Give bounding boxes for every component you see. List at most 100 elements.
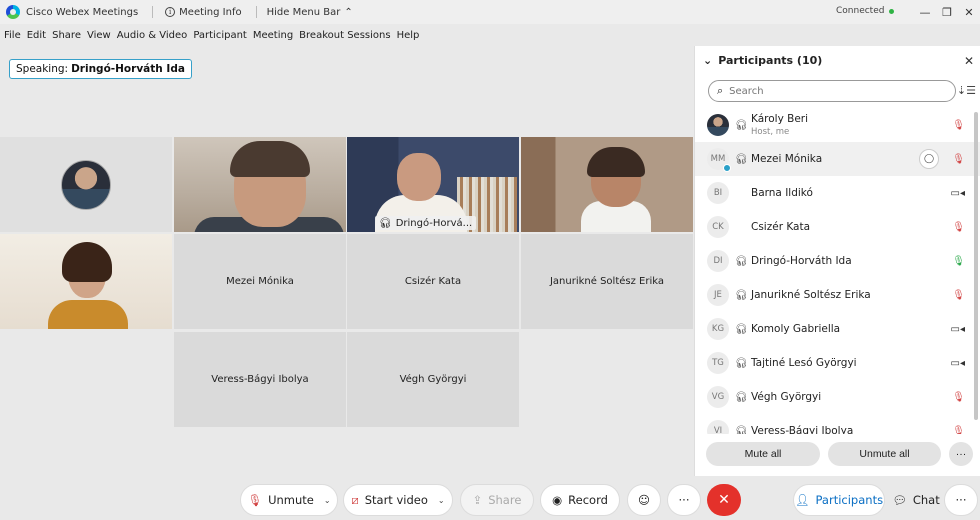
video-tile-csizer[interactable]: Csizér Kata — [347, 234, 519, 329]
video-tile-januri[interactable]: Janurikné Soltész Erika — [521, 234, 693, 329]
participant-row[interactable]: TG 🎧︎ Tajtiné Lesó Györgyi ▭◂ — [695, 346, 980, 380]
sort-icon[interactable]: ⇣☰ — [957, 84, 976, 97]
leave-meeting-button[interactable]: ✕ — [707, 484, 741, 516]
camera-icon[interactable]: ▭◂ — [951, 188, 965, 199]
start-video-button[interactable]: ⧄ Start video ⌄ — [343, 484, 453, 516]
unmute-all-button[interactable]: Unmute all — [828, 442, 941, 466]
menu-participant[interactable]: Participant — [193, 30, 247, 41]
headset-icon: 🎧︎ — [735, 323, 748, 335]
avatar — [61, 159, 111, 210]
participant-row[interactable]: MM 🎧︎ Mezei Mónika ◯ 🎙︎ — [695, 142, 980, 176]
menu-file[interactable]: File — [4, 30, 21, 41]
video-tile-girl[interactable] — [0, 234, 172, 329]
participant-name: Károly Beri — [751, 113, 809, 125]
webex-logo-icon — [6, 5, 20, 19]
participant-list-scrollbar[interactable] — [974, 112, 978, 420]
participants-label: Participants — [815, 493, 884, 507]
avatar: KG — [707, 318, 729, 340]
meeting-info-button[interactable]: i Meeting Info — [165, 7, 242, 18]
chevron-down-icon[interactable]: ⌄ — [324, 496, 331, 505]
avatar: VI — [707, 420, 729, 434]
reactions-button[interactable]: ☺ — [627, 484, 661, 516]
panel-options-button[interactable]: ··· — [944, 484, 978, 516]
mute-all-button[interactable]: Mute all — [706, 442, 820, 466]
participant-row[interactable]: DI 🎧︎ Dringó-Horváth Ida 🎙︎ — [695, 244, 980, 278]
menu-audio-video[interactable]: Audio & Video — [117, 30, 188, 41]
mic-off-icon[interactable]: 🎙︎ — [952, 426, 965, 435]
avatar: VG — [707, 386, 729, 408]
headset-icon: 🎧︎ — [735, 357, 748, 369]
participant-name: Tajtiné Lesó Györgyi — [751, 357, 857, 369]
record-label: Record — [568, 493, 608, 507]
video-tile-self[interactable] — [0, 137, 172, 232]
minimize-icon[interactable]: — — [914, 0, 936, 24]
info-icon: i — [165, 7, 176, 17]
video-tile-veress[interactable]: Veress-Bágyi Ibolya — [174, 332, 346, 427]
participant-search[interactable]: ⌕ — [708, 80, 956, 102]
participant-name: Barna Ildikó — [751, 187, 813, 199]
search-icon: ⌕ — [717, 84, 724, 97]
record-button[interactable]: ◉ Record — [540, 484, 620, 516]
participant-row[interactable]: BI Barna Ildikó ▭◂ — [695, 176, 980, 210]
participant-name: Csizér Kata — [751, 221, 811, 233]
menu-edit[interactable]: Edit — [27, 30, 46, 41]
menu-share[interactable]: Share — [52, 30, 81, 41]
search-input[interactable] — [729, 85, 930, 97]
mic-off-icon[interactable]: 🎙︎ — [952, 290, 965, 301]
participant-row[interactable]: 🎧︎ Károly Beri Host, me 🎙︎ — [695, 108, 980, 142]
participant-name: Janurikné Soltész Erika — [751, 289, 871, 301]
title-divider — [255, 6, 257, 18]
tile-name: Mezei Mónika — [226, 276, 294, 287]
camera-icon[interactable]: ▭◂ — [951, 324, 965, 335]
participant-row[interactable]: JE 🎧︎ Janurikné Soltész Erika 🎙︎ — [695, 278, 980, 312]
video-tile-mezei-name[interactable]: Mezei Mónika — [174, 234, 346, 329]
connection-status: Connected — [836, 6, 895, 16]
more-icon: ··· — [955, 493, 967, 507]
chevron-down-icon[interactable]: ⌄ — [438, 496, 445, 505]
tile-name: Veress-Bágyi Ibolya — [211, 374, 309, 385]
avatar: JE — [707, 284, 729, 306]
headset-icon: 🎧︎ — [379, 217, 392, 229]
menu-help[interactable]: Help — [397, 30, 420, 41]
video-tile-januri-feed[interactable] — [521, 137, 693, 232]
person-icon: 👤︎ — [794, 493, 810, 507]
close-icon[interactable]: ✕ — [964, 54, 974, 68]
chat-label: Chat — [912, 493, 940, 507]
title-divider — [152, 6, 154, 18]
participant-row[interactable]: VI 🎧︎ Veress-Bágyi Ibolya 🎙︎ — [695, 414, 980, 434]
chat-icon: 💬︎ — [892, 493, 907, 507]
unmute-button[interactable]: 🎙︎ Unmute ⌄ — [240, 484, 338, 516]
participant-name: Komoly Gabriella — [751, 323, 841, 335]
participant-row[interactable]: VG 🎧︎ Végh Györgyi 🎙︎ — [695, 380, 980, 414]
menu-view[interactable]: View — [87, 30, 111, 41]
mic-off-icon[interactable]: 🎙︎ — [952, 120, 965, 131]
mic-off-icon[interactable]: 🎙︎ — [952, 222, 965, 233]
video-tile-mezei[interactable] — [174, 137, 346, 232]
mic-on-icon[interactable]: 🎙︎ — [952, 256, 965, 267]
participants-button[interactable]: 👤︎ Participants — [793, 484, 885, 516]
avatar: CK — [707, 216, 729, 238]
menu-breakout-sessions[interactable]: Breakout Sessions — [299, 30, 390, 41]
camera-icon[interactable]: ▭◂ — [951, 358, 965, 369]
mic-off-icon[interactable]: 🎙︎ — [952, 154, 965, 165]
hide-menu-bar-button[interactable]: Hide Menu Bar ⌃ — [267, 7, 353, 18]
restore-icon[interactable]: ❐ — [936, 0, 958, 24]
tile-name: Csizér Kata — [404, 276, 462, 287]
more-options-button[interactable]: ··· — [949, 442, 973, 466]
participants-header[interactable]: ⌄ Participants (10) — [703, 54, 822, 67]
video-tile-active-speaker[interactable]: 🎧︎ Dringó-Horvá... — [347, 137, 519, 232]
participant-row[interactable]: CK Csizér Kata 🎙︎ — [695, 210, 980, 244]
more-button[interactable]: ··· — [667, 484, 701, 516]
avatar: DI — [707, 250, 729, 272]
chat-button[interactable]: 💬︎ Chat — [888, 484, 944, 516]
close-window-icon[interactable]: ✕ — [958, 0, 980, 24]
share-button[interactable]: ⇪ Share — [460, 484, 534, 516]
record-icon: ◉ — [552, 493, 563, 507]
more-icon: ··· — [678, 493, 690, 507]
start-video-label: Start video — [364, 493, 428, 507]
chat-bubble-icon[interactable]: ◯ — [919, 149, 939, 169]
participant-row[interactable]: KG 🎧︎ Komoly Gabriella ▭◂ — [695, 312, 980, 346]
menu-meeting[interactable]: Meeting — [253, 30, 293, 41]
mic-off-icon[interactable]: 🎙︎ — [952, 392, 965, 403]
video-tile-vegh[interactable]: Végh Györgyi — [347, 332, 519, 427]
